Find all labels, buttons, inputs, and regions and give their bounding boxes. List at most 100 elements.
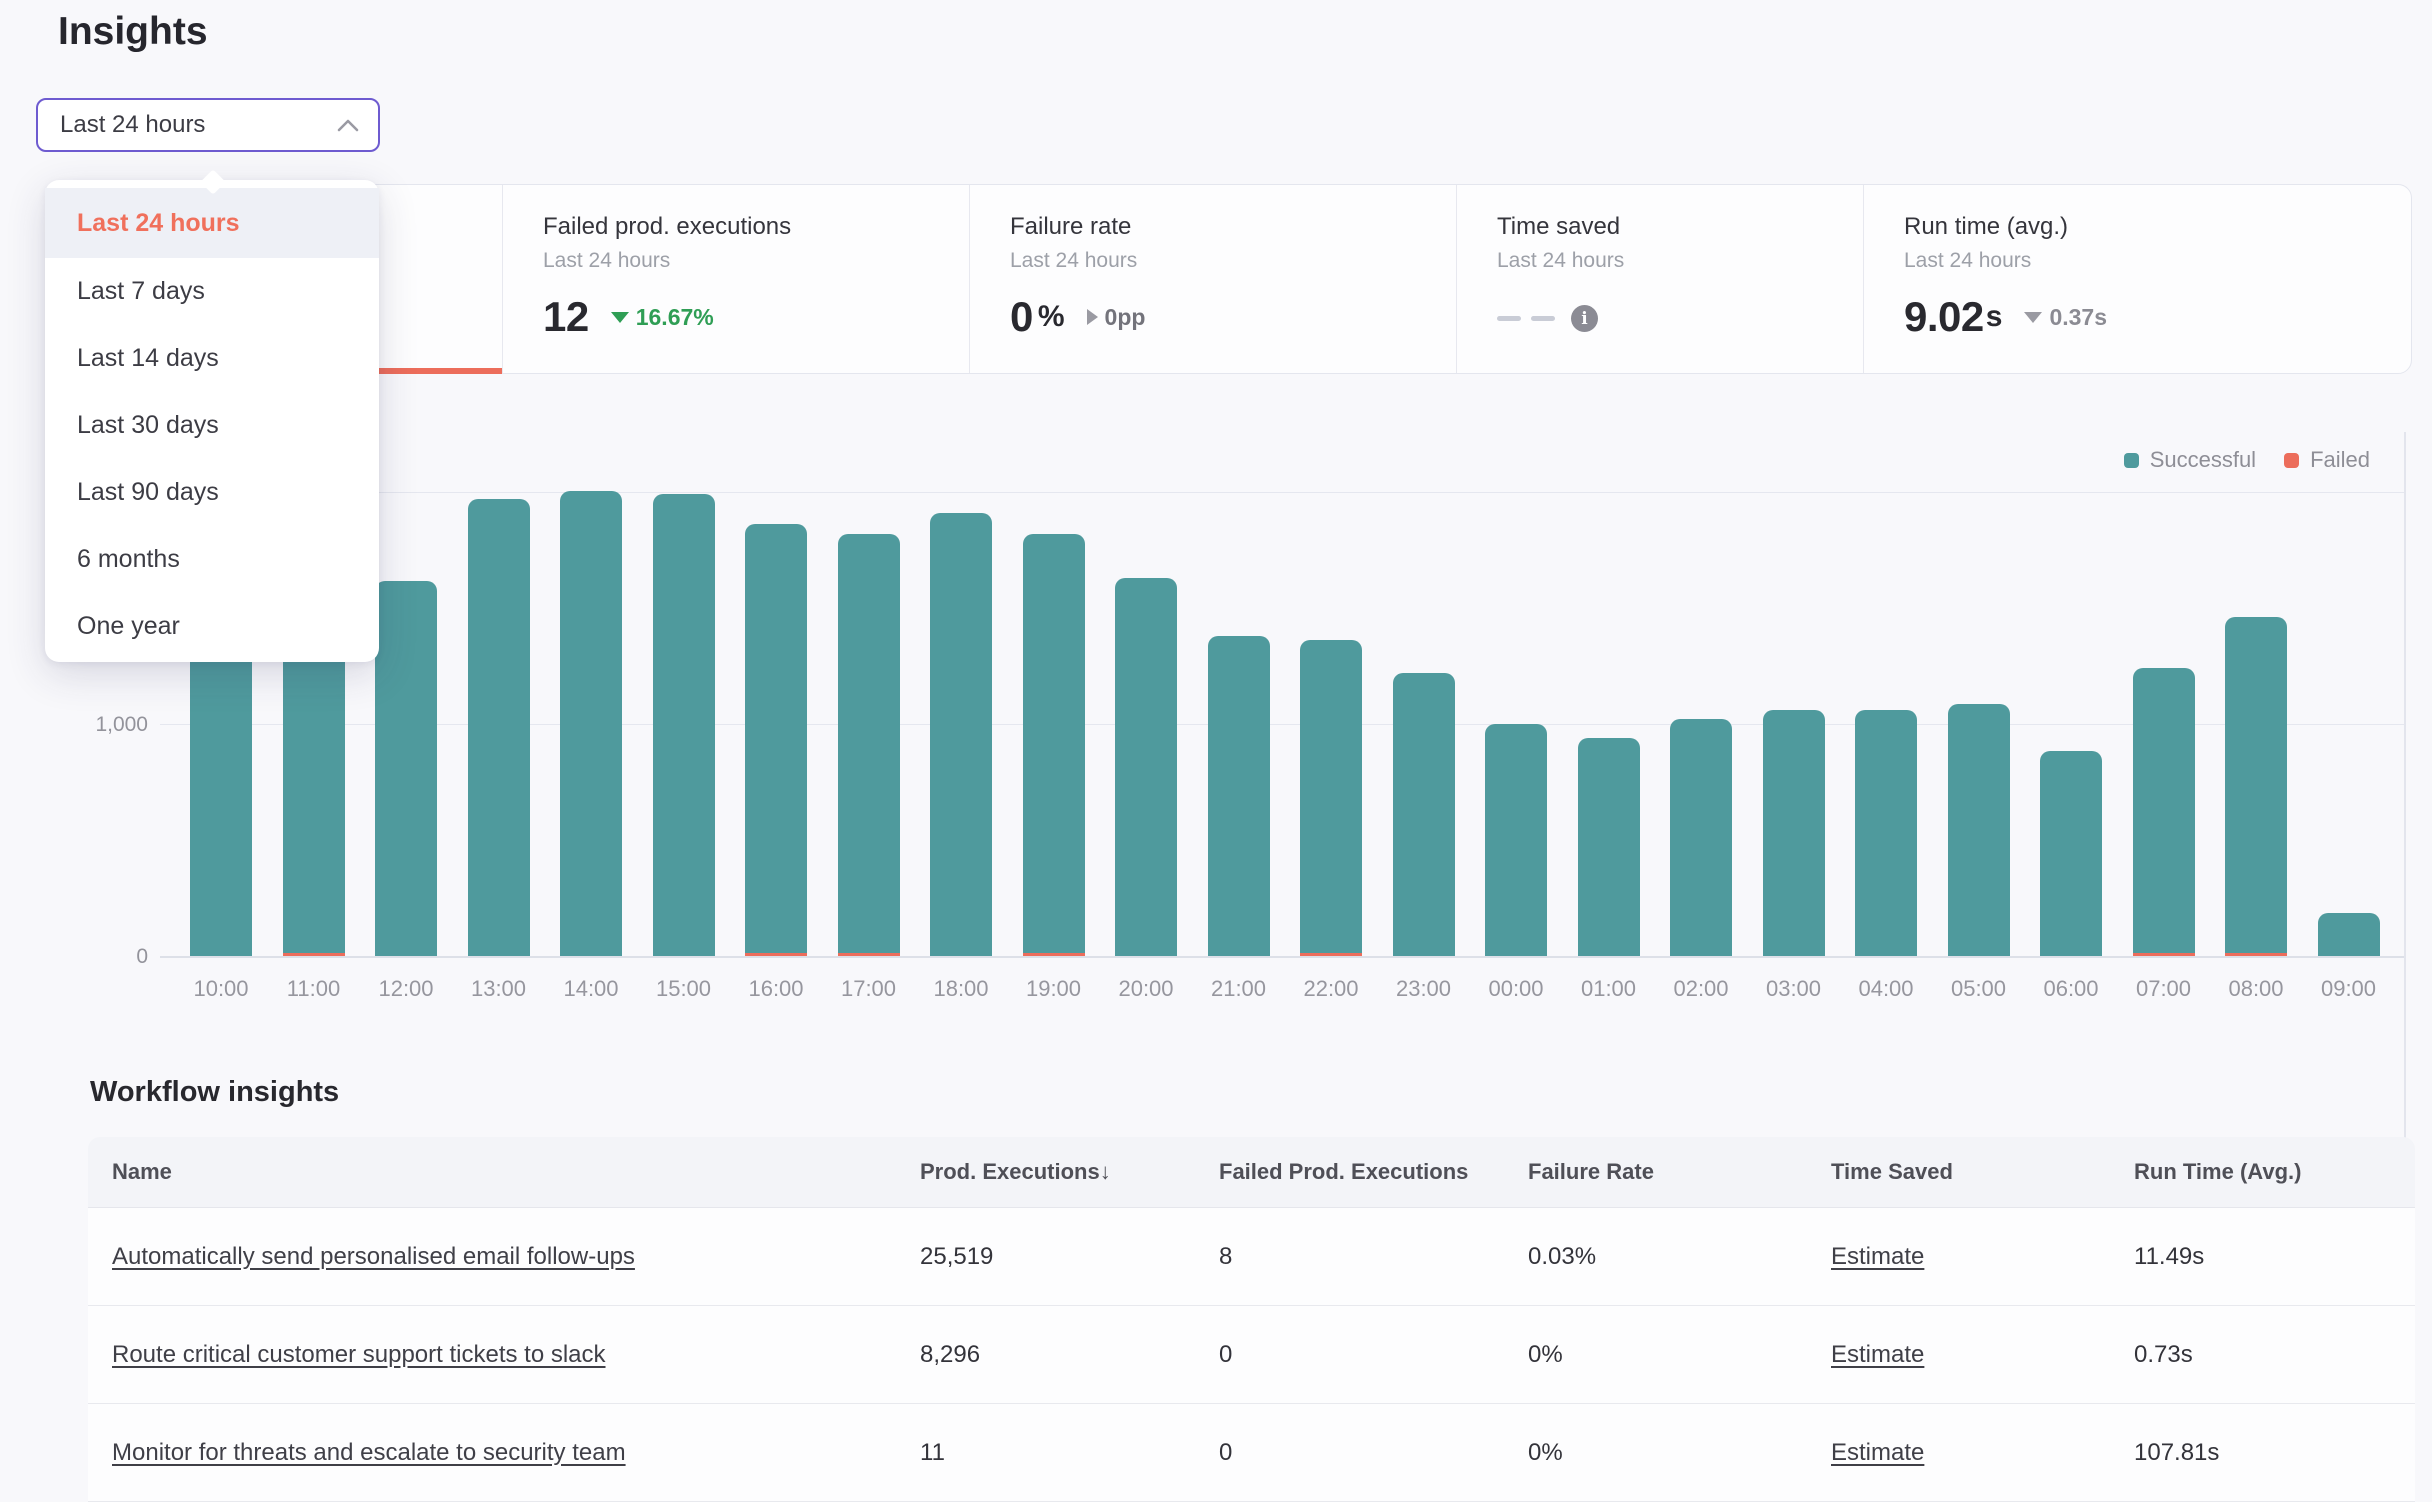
time-saved-estimate-link[interactable]: Estimate: [1831, 1341, 1924, 1368]
failed-prod-executions-cell: 8: [1219, 1243, 1528, 1271]
card-subtitle: Last 24 hours: [1904, 249, 2409, 273]
empty-value-dash: [1531, 316, 1555, 321]
bar-23:00: [1393, 673, 1455, 956]
card-subtitle: Last 24 hours: [1497, 249, 1863, 273]
x-tick-05:00: 05:00: [1933, 976, 2025, 1002]
x-tick-00:00: 00:00: [1470, 976, 1562, 1002]
info-icon[interactable]: i: [1571, 305, 1598, 332]
bar-15:00: [653, 494, 715, 956]
arrow-down-icon: [611, 312, 629, 323]
x-tick-09:00: 09:00: [2303, 976, 2395, 1002]
failure-rate-cell: 0.03%: [1528, 1243, 1831, 1271]
x-tick-16:00: 16:00: [730, 976, 822, 1002]
page-title: Insights: [58, 10, 208, 54]
card-title: Run time (avg.): [1904, 213, 2409, 241]
arrow-down-icon: [2024, 312, 2042, 323]
delta-badge: 0.37s: [2024, 304, 2107, 331]
workflow-name-link[interactable]: Automatically send personalised email fo…: [112, 1243, 635, 1270]
y-tick-1000: 1,000: [0, 713, 148, 737]
time-range-select[interactable]: Last 24 hours: [36, 98, 380, 152]
bar-02:00: [1670, 719, 1732, 956]
run-time-cell: 107.81s: [2134, 1439, 2415, 1467]
x-tick-22:00: 22:00: [1285, 976, 1377, 1002]
delta-badge: 0pp: [1087, 304, 1146, 331]
prod-executions-cell: 25,519: [920, 1243, 1219, 1271]
x-tick-19:00: 19:00: [1008, 976, 1100, 1002]
card-title: Failure rate: [1010, 213, 1456, 241]
workflow-name-link[interactable]: Monitor for threats and escalate to secu…: [112, 1439, 626, 1466]
bar-22:00: [1300, 640, 1362, 956]
menu-item-6-months[interactable]: 6 months: [45, 526, 379, 593]
stat-card-failure-rate[interactable]: Failure rate Last 24 hours 0 % 0pp: [969, 185, 1456, 373]
x-tick-01:00: 01:00: [1563, 976, 1655, 1002]
x-tick-18:00: 18:00: [915, 976, 1007, 1002]
menu-item-last-30-days[interactable]: Last 30 days: [45, 392, 379, 459]
bar-17:00: [838, 534, 900, 956]
bar-00:00: [1485, 724, 1547, 956]
column-header-time-saved[interactable]: Time Saved: [1831, 1159, 2134, 1185]
workflow-insights-heading: Workflow insights: [90, 1076, 339, 1109]
prod-executions-cell: 8,296: [920, 1341, 1219, 1369]
column-header-failure-rate[interactable]: Failure Rate: [1528, 1159, 1831, 1185]
bar-08:00: [2225, 617, 2287, 956]
x-tick-03:00: 03:00: [1748, 976, 1840, 1002]
stat-card-time-saved[interactable]: Time saved Last 24 hours i: [1456, 185, 1863, 373]
bar-04:00: [1855, 710, 1917, 956]
table-row: Route critical customer support tickets …: [88, 1306, 2415, 1404]
x-tick-23:00: 23:00: [1378, 976, 1470, 1002]
column-header-name[interactable]: Name: [88, 1159, 920, 1185]
card-value: 9.02: [1904, 293, 1984, 341]
menu-item-last-24-hours[interactable]: Last 24 hours: [45, 188, 379, 258]
y-tick-0: 0: [0, 945, 148, 969]
x-tick-14:00: 14:00: [545, 976, 637, 1002]
card-subtitle: Last 24 hours: [1010, 249, 1456, 273]
time-range-dropdown: Last 24 hoursLast 7 daysLast 14 daysLast…: [45, 180, 379, 662]
column-header-run-time[interactable]: Run Time (Avg.): [2134, 1159, 2415, 1185]
stat-cards-row: Failed prod. executions Last 24 hours 12…: [120, 184, 2412, 374]
menu-item-one-year[interactable]: One year: [45, 593, 379, 660]
bar-18:00: [930, 513, 992, 956]
x-tick-12:00: 12:00: [360, 976, 452, 1002]
time-saved-estimate-link[interactable]: Estimate: [1831, 1439, 1924, 1466]
run-time-cell: 0.73s: [2134, 1341, 2415, 1369]
bar-13:00: [468, 499, 530, 956]
legend-item-successful[interactable]: Successful: [2124, 447, 2256, 473]
sort-descending-icon: ↓: [1100, 1159, 1111, 1184]
bar-12:00: [375, 581, 437, 956]
card-value-unit: s: [1986, 300, 2003, 334]
x-tick-20:00: 20:00: [1100, 976, 1192, 1002]
stat-card-run-time[interactable]: Run time (avg.) Last 24 hours 9.02 s 0.3…: [1863, 185, 2409, 373]
menu-item-last-90-days[interactable]: Last 90 days: [45, 459, 379, 526]
menu-item-last-7-days[interactable]: Last 7 days: [45, 258, 379, 325]
x-tick-15:00: 15:00: [638, 976, 730, 1002]
x-axis-line: [160, 956, 2404, 958]
failed-prod-executions-cell: 0: [1219, 1341, 1528, 1369]
card-value: 12: [543, 293, 589, 341]
x-tick-13:00: 13:00: [453, 976, 545, 1002]
x-tick-17:00: 17:00: [823, 976, 915, 1002]
menu-item-last-14-days[interactable]: Last 14 days: [45, 325, 379, 392]
x-tick-11:00: 11:00: [268, 976, 360, 1002]
time-saved-estimate-link[interactable]: Estimate: [1831, 1243, 1924, 1270]
bar-21:00: [1208, 636, 1270, 956]
bar-03:00: [1763, 710, 1825, 956]
x-tick-21:00: 21:00: [1193, 976, 1285, 1002]
failed-swatch-icon: [2284, 453, 2299, 468]
card-value: 0: [1010, 293, 1033, 341]
chart-legend: Successful Failed: [2124, 447, 2370, 473]
successful-swatch-icon: [2124, 453, 2139, 468]
column-header-prod-executions[interactable]: Prod. Executions↓: [920, 1159, 1219, 1185]
empty-value-dash: [1497, 316, 1521, 321]
column-header-failed-prod-executions[interactable]: Failed Prod. Executions: [1219, 1159, 1528, 1185]
workflow-name-link[interactable]: Route critical customer support tickets …: [112, 1341, 606, 1368]
table-header-row: Name Prod. Executions↓ Failed Prod. Exec…: [88, 1137, 2415, 1208]
bar-09:00: [2318, 913, 2380, 956]
executions-bar-chart: [160, 430, 2404, 956]
table-row: Automatically send personalised email fo…: [88, 1208, 2415, 1306]
card-subtitle: Last 24 hours: [543, 249, 969, 273]
legend-item-failed[interactable]: Failed: [2284, 447, 2370, 473]
x-tick-08:00: 08:00: [2210, 976, 2302, 1002]
stat-card-failed-prod-executions[interactable]: Failed prod. executions Last 24 hours 12…: [502, 185, 969, 373]
chevron-up-icon: [336, 118, 360, 133]
prod-executions-cell: 11: [920, 1439, 1219, 1467]
